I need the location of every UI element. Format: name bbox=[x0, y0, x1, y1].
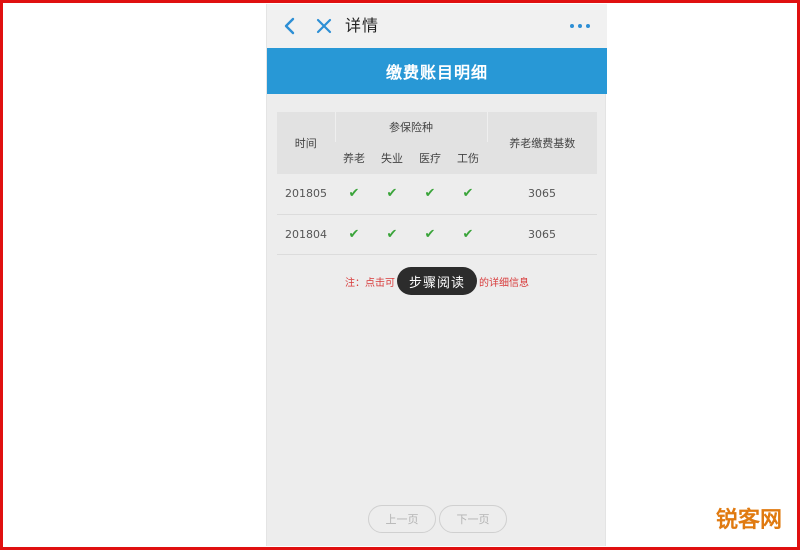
chevron-left-icon bbox=[284, 17, 295, 35]
close-icon bbox=[316, 18, 332, 34]
next-page-button[interactable]: 下一页 bbox=[439, 505, 507, 533]
check-icon: ✔ bbox=[373, 174, 411, 215]
check-icon: ✔ bbox=[335, 174, 373, 215]
note-suffix: 的详细信息 bbox=[479, 278, 529, 289]
prev-page-button[interactable]: 上一页 bbox=[368, 505, 436, 533]
type-header-injury: 工伤 bbox=[449, 142, 487, 174]
row-period: 201805 bbox=[277, 174, 335, 215]
more-horizontal-icon bbox=[570, 24, 590, 28]
table-row[interactable]: 201805 ✔ ✔ ✔ ✔ 3065 bbox=[277, 174, 597, 215]
step-reading-toast[interactable]: 步骤阅读 bbox=[397, 267, 477, 295]
check-icon: ✔ bbox=[411, 214, 449, 255]
table-row[interactable]: 201804 ✔ ✔ ✔ ✔ 3065 bbox=[277, 214, 597, 255]
close-button[interactable] bbox=[313, 15, 335, 37]
check-icon: ✔ bbox=[449, 214, 487, 255]
payment-table: 时间 参保险种 养老缴费基数 养老 失业 医疗 工伤 201805 ✔ ✔ ✔ … bbox=[277, 112, 597, 255]
type-header-unemployment: 失业 bbox=[373, 142, 411, 174]
type-header-pension: 养老 bbox=[335, 142, 373, 174]
row-base: 3065 bbox=[487, 174, 597, 215]
check-icon: ✔ bbox=[335, 214, 373, 255]
back-button[interactable] bbox=[279, 15, 301, 37]
site-watermark-logo: 锐客网 bbox=[715, 508, 782, 533]
check-icon: ✔ bbox=[449, 174, 487, 215]
note-prefix: 注：点击可 bbox=[345, 278, 395, 289]
insurance-group-header: 参保险种 bbox=[334, 112, 488, 142]
page-title: 详情 bbox=[345, 16, 380, 35]
row-base: 3065 bbox=[487, 214, 597, 255]
type-header-medical: 医疗 bbox=[411, 142, 449, 174]
more-button[interactable] bbox=[567, 15, 593, 37]
check-icon: ✔ bbox=[411, 174, 449, 215]
phone-screen: 详情 缴费账目明细 时间 参保险种 养老缴费基数 养老 失业 医疗 工伤 201… bbox=[266, 4, 607, 546]
row-period: 201804 bbox=[277, 214, 335, 255]
time-header: 时间 bbox=[277, 112, 335, 174]
check-icon: ✔ bbox=[373, 214, 411, 255]
pension-base-header: 养老缴费基数 bbox=[487, 112, 597, 174]
title-bar: 详情 bbox=[267, 4, 607, 48]
section-banner: 缴费账目明细 bbox=[267, 48, 607, 94]
